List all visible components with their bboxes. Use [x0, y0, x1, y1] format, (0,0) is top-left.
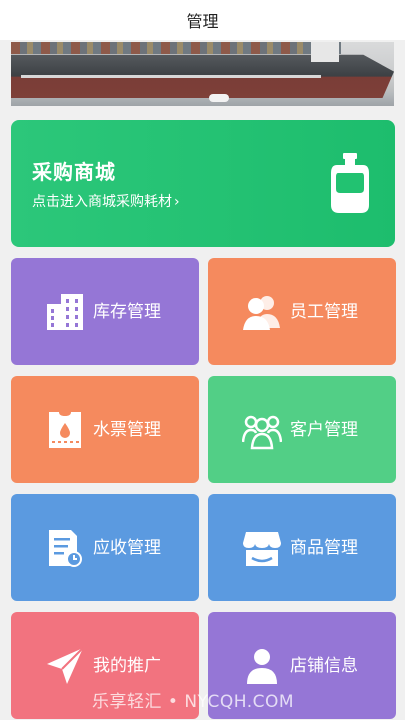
mall-card[interactable]: 采购商城 点击进入商城采购耗材 › [11, 120, 395, 247]
tile-label: 应收管理 [93, 538, 161, 558]
shop-info-icon [247, 649, 277, 684]
tile-label: 员工管理 [290, 302, 358, 322]
mall-subtitle-text: 点击进入商城采购耗材 [32, 194, 172, 210]
mall-subtitle: 点击进入商城采购耗材 › [32, 191, 180, 211]
store-icon [243, 532, 281, 566]
users-icon [243, 296, 280, 330]
receivable-doc-icon [49, 530, 82, 567]
banner-ship-stripe [21, 75, 321, 78]
tile-staff[interactable]: 员工管理 [208, 258, 396, 365]
tile-customers[interactable]: 客户管理 [208, 376, 396, 483]
mall-title: 采购商城 [32, 160, 116, 184]
page-title: 管理 [186, 12, 219, 31]
banner-ship-containers [11, 42, 341, 54]
tile-label: 我的推广 [93, 656, 161, 676]
tile-label: 客户管理 [290, 420, 358, 440]
tile-receivables[interactable]: 应收管理 [11, 494, 199, 601]
tile-label: 店铺信息 [290, 656, 358, 676]
tile-water-tickets[interactable]: 水票管理 [11, 376, 199, 483]
buildings-icon [47, 294, 83, 330]
tile-products[interactable]: 商品管理 [208, 494, 396, 601]
tile-label: 库存管理 [93, 302, 161, 322]
banner-ship-bridge [311, 42, 339, 62]
water-ticket-icon [49, 412, 81, 448]
watermark: 乐享轻汇 • NYCQH.COM [92, 692, 295, 712]
tile-label: 水票管理 [93, 420, 161, 440]
carousel-indicator [209, 94, 229, 102]
top-bar: 管理 [0, 0, 405, 40]
banner-carousel[interactable] [11, 42, 394, 106]
tile-inventory[interactable]: 库存管理 [11, 258, 199, 365]
tile-label: 商品管理 [290, 538, 358, 558]
customers-icon [242, 415, 282, 450]
chevron-right-icon: › [174, 194, 180, 210]
water-bottle-icon [331, 153, 369, 213]
send-icon [47, 647, 84, 684]
